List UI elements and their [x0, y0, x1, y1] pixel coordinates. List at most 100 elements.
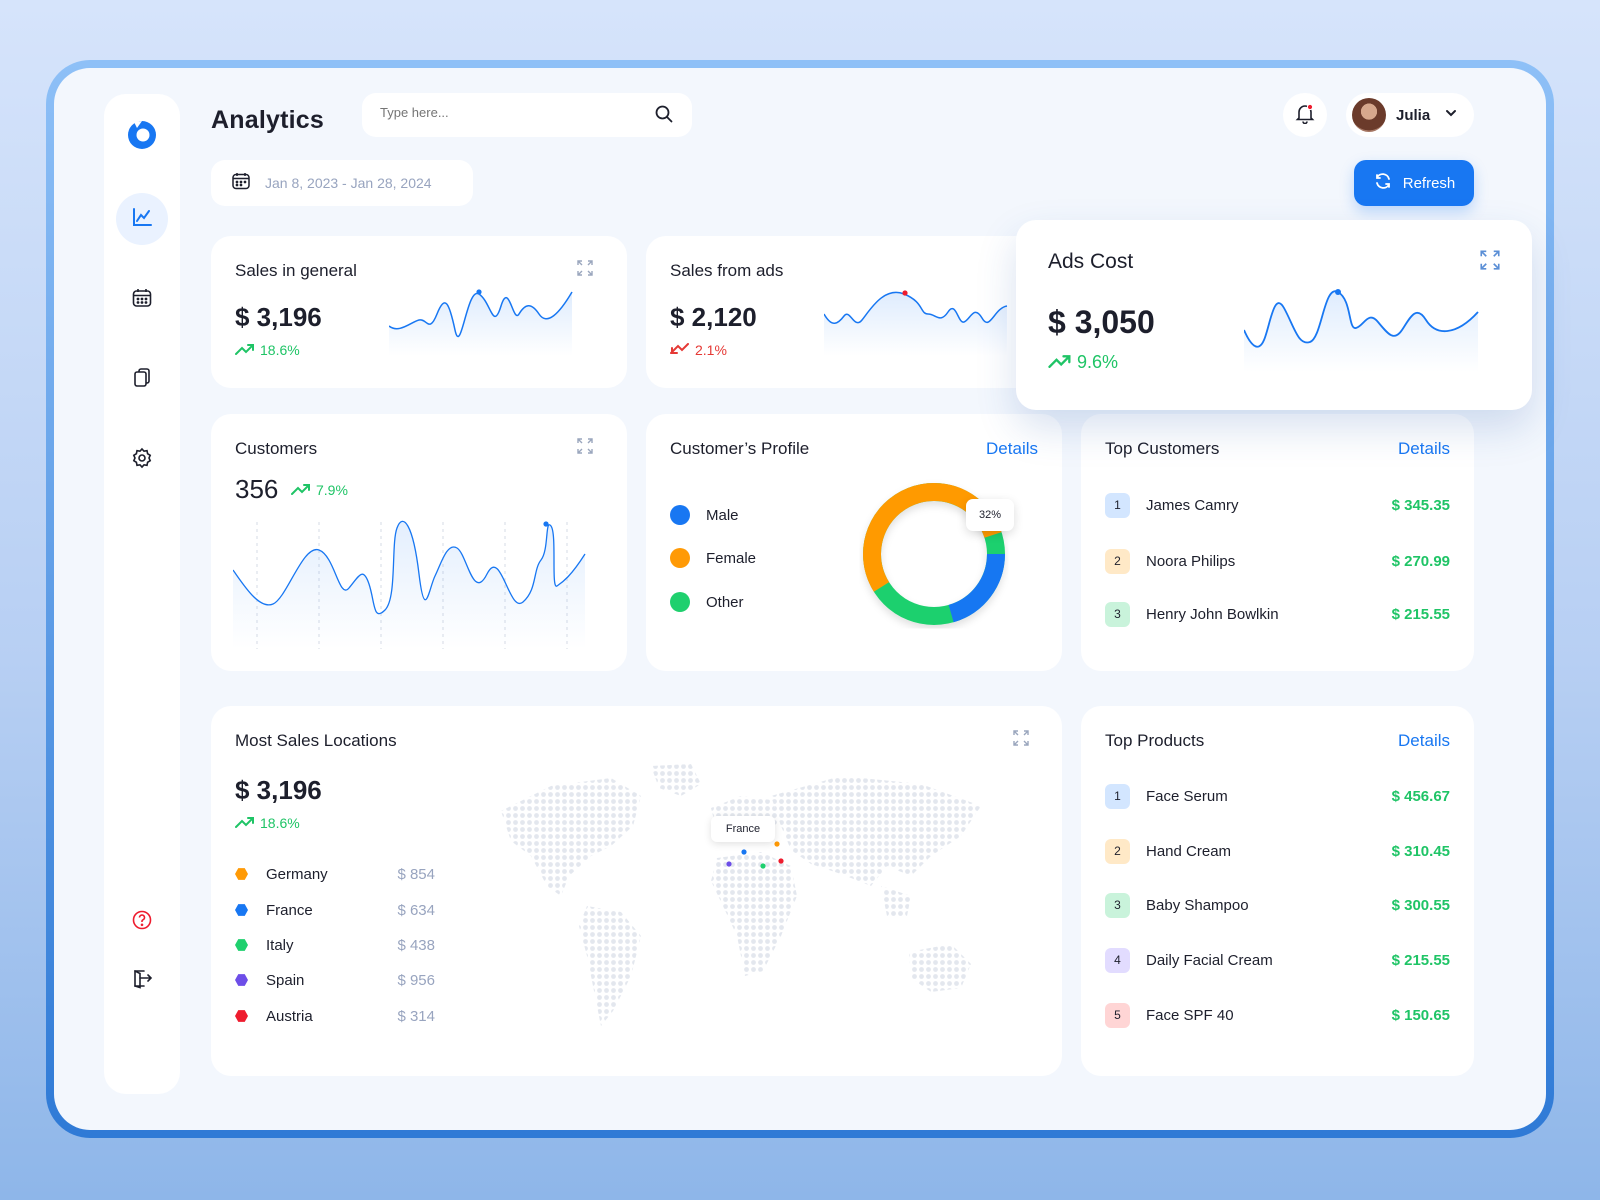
card-value: $ 2,120: [670, 302, 757, 332]
world-map[interactable]: [491, 756, 1001, 1056]
rank-badge: 4: [1105, 947, 1130, 973]
ads-cost-sparkline: [1244, 289, 1479, 372]
legend-other: Other: [670, 591, 744, 613]
list-item[interactable]: 4 Daily Facial Cream $ 215.55: [1105, 945, 1450, 975]
sidebar-item-calendar[interactable]: [116, 274, 168, 326]
expand-icon[interactable]: [577, 260, 593, 276]
refresh-label: Refresh: [1402, 174, 1456, 192]
card-title: Sales from ads: [670, 261, 784, 280]
sidebar-item-documents[interactable]: [116, 354, 168, 406]
legend-female: Female: [670, 547, 756, 569]
list-item[interactable]: 3 Henry John Bowlkin $ 215.55: [1105, 599, 1450, 629]
customer-value: $ 270.99: [1391, 552, 1450, 570]
details-link[interactable]: Details: [986, 439, 1038, 459]
logout-icon: [131, 967, 153, 994]
location-row[interactable]: Germany $ 854: [235, 863, 435, 885]
list-item[interactable]: 5 Face SPF 40 $ 150.65: [1105, 1000, 1450, 1030]
rank-badge: 1: [1105, 783, 1130, 809]
sidebar-item-logout[interactable]: [116, 954, 168, 1006]
chevron-down-icon[interactable]: [1444, 106, 1458, 125]
location-row[interactable]: France $ 634: [235, 899, 435, 921]
sales-ads-card: Sales from ads $ 2,120 2.1%: [646, 236, 1066, 388]
notification-button[interactable]: [1283, 93, 1327, 137]
rank-badge: 3: [1105, 892, 1130, 918]
refresh-button[interactable]: Refresh: [1354, 160, 1474, 206]
product-name: Face Serum: [1146, 787, 1228, 805]
calendar-icon: [131, 287, 153, 314]
location-marker: [235, 974, 248, 986]
product-name: Hand Cream: [1146, 842, 1232, 860]
location-marker: [235, 1010, 248, 1022]
date-range-text: Jan 8, 2023 - Jan 28, 2024: [265, 175, 432, 191]
customer-name: Noora Philips: [1146, 552, 1236, 570]
trend-up-icon: [235, 342, 255, 358]
change-indicator: 9.6%: [1048, 352, 1118, 373]
details-link[interactable]: Details: [1398, 731, 1450, 751]
trend-up-icon: [291, 482, 311, 498]
date-range-picker[interactable]: Jan 8, 2023 - Jan 28, 2024: [211, 160, 473, 206]
rank-badge: 2: [1105, 548, 1130, 574]
change-indicator: 2.1%: [670, 342, 727, 358]
details-link[interactable]: Details: [1398, 439, 1450, 459]
expand-icon[interactable]: [1480, 250, 1500, 270]
legend-label: Male: [706, 506, 739, 524]
location-value: $ 854: [397, 865, 435, 883]
card-title: Ads Cost: [1048, 250, 1134, 273]
search-icon[interactable]: [654, 104, 674, 129]
list-item[interactable]: 1 Face Serum $ 456.67: [1105, 781, 1450, 811]
customers-chart: [233, 520, 586, 649]
list-item[interactable]: 3 Baby Shampoo $ 300.55: [1105, 890, 1450, 920]
search-input[interactable]: [380, 105, 640, 120]
legend-dot: [670, 548, 690, 568]
list-item[interactable]: 2 Noora Philips $ 270.99: [1105, 546, 1450, 576]
sales-ads-sparkline: [824, 290, 1008, 356]
legend-dot: [670, 505, 690, 525]
location-marker: [235, 904, 248, 916]
top-customers-card: Top Customers Details 1 James Camry $ 345.…: [1081, 414, 1474, 671]
change-value: 7.9%: [316, 482, 348, 498]
expand-icon[interactable]: [1013, 730, 1029, 746]
card-value: $ 3,196: [235, 775, 322, 805]
map-tooltip: France: [711, 816, 775, 842]
trend-down-icon: [670, 342, 690, 358]
location-marker: [235, 939, 248, 951]
card-title: Customers: [235, 439, 318, 458]
product-value: $ 456.67: [1391, 787, 1450, 805]
trend-up-icon: [235, 815, 255, 831]
list-item[interactable]: 1 James Camry $ 345.35: [1105, 490, 1450, 520]
card-value: 356: [235, 474, 279, 504]
location-marker: [235, 868, 248, 880]
rank-badge: 3: [1105, 601, 1130, 627]
location-row[interactable]: Italy $ 438: [235, 934, 435, 956]
logo-icon[interactable]: [124, 116, 160, 152]
documents-icon: [131, 367, 153, 394]
product-value: $ 300.55: [1391, 896, 1450, 914]
card-title: Top Customers: [1105, 439, 1220, 458]
change-value: 2.1%: [695, 342, 727, 358]
expand-icon[interactable]: [577, 438, 593, 454]
sales-locations-card: Most Sales Locations $ 3,196 18.6% Germa…: [211, 706, 1062, 1076]
rank-badge: 1: [1105, 492, 1130, 518]
top-products-card: Top Products Details 1 Face Serum $ 456.67…: [1081, 706, 1474, 1076]
product-value: $ 150.65: [1391, 1006, 1450, 1024]
page-title: Analytics: [211, 106, 324, 134]
user-menu[interactable]: Julia: [1346, 93, 1474, 137]
change-indicator: 7.9%: [291, 482, 348, 498]
location-value: $ 438: [397, 936, 435, 954]
location-row[interactable]: Spain $ 956: [235, 969, 435, 991]
customer-name: James Camry: [1146, 496, 1239, 514]
search-bar[interactable]: [362, 93, 692, 137]
location-value: $ 634: [397, 901, 435, 919]
card-title: Top Products: [1105, 731, 1205, 750]
location-value: $ 956: [397, 971, 435, 989]
change-value: 9.6%: [1077, 352, 1119, 372]
product-value: $ 310.45: [1391, 842, 1450, 860]
change-indicator: 18.6%: [235, 342, 300, 358]
location-row[interactable]: Austria $ 314: [235, 1005, 435, 1027]
sidebar-item-settings[interactable]: [116, 434, 168, 486]
change-value: 18.6%: [260, 342, 300, 358]
card-title: Sales in general: [235, 261, 357, 280]
list-item[interactable]: 2 Hand Cream $ 310.45: [1105, 836, 1450, 866]
sidebar-item-analytics[interactable]: [116, 193, 168, 245]
sidebar-item-help[interactable]: [116, 896, 168, 948]
